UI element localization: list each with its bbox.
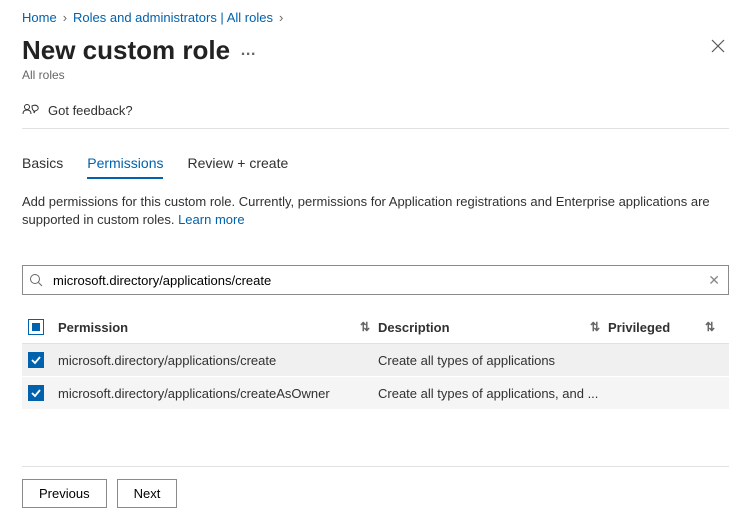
search-icon bbox=[29, 273, 43, 287]
column-description-label: Description bbox=[378, 320, 450, 335]
chevron-right-icon: › bbox=[63, 10, 67, 25]
column-privileged-label: Privileged bbox=[608, 320, 670, 335]
feedback-icon bbox=[22, 102, 40, 118]
column-privileged[interactable]: Privileged ⇅ bbox=[608, 320, 723, 335]
breadcrumb: Home › Roles and administrators | All ro… bbox=[22, 10, 729, 25]
clear-search-button[interactable]: ✕ bbox=[708, 272, 720, 289]
tabs: Basics Permissions Review + create bbox=[22, 155, 729, 179]
description-text: Add permissions for this custom role. Cu… bbox=[22, 194, 710, 227]
cell-description: Create all types of applications, and ..… bbox=[378, 386, 608, 401]
close-button[interactable] bbox=[707, 35, 729, 62]
tab-review[interactable]: Review + create bbox=[187, 155, 288, 179]
page-subtitle: All roles bbox=[22, 68, 729, 82]
previous-button[interactable]: Previous bbox=[22, 479, 107, 508]
breadcrumb-roles[interactable]: Roles and administrators | All roles bbox=[73, 10, 273, 25]
tab-basics[interactable]: Basics bbox=[22, 155, 63, 179]
check-icon bbox=[30, 387, 42, 399]
feedback-label: Got feedback? bbox=[48, 103, 133, 118]
sort-icon: ⇅ bbox=[705, 320, 723, 334]
column-permission[interactable]: Permission ⇅ bbox=[58, 320, 378, 335]
column-permission-label: Permission bbox=[58, 320, 128, 335]
cell-permission: microsoft.directory/applications/create bbox=[58, 353, 378, 368]
table-row[interactable]: microsoft.directory/applications/createA… bbox=[22, 377, 729, 410]
chevron-right-icon: › bbox=[279, 10, 283, 25]
sort-icon: ⇅ bbox=[590, 320, 608, 334]
feedback-link[interactable]: Got feedback? bbox=[22, 102, 729, 129]
table-row[interactable]: microsoft.directory/applications/create … bbox=[22, 344, 729, 377]
more-icon[interactable]: … bbox=[240, 42, 257, 60]
next-button[interactable]: Next bbox=[117, 479, 178, 508]
close-icon bbox=[711, 39, 725, 53]
permissions-description: Add permissions for this custom role. Cu… bbox=[22, 193, 729, 229]
breadcrumb-home[interactable]: Home bbox=[22, 10, 57, 25]
check-icon bbox=[30, 354, 42, 366]
search-box[interactable]: ✕ bbox=[22, 265, 729, 295]
column-description[interactable]: Description ⇅ bbox=[378, 320, 608, 335]
page-title: New custom role … bbox=[22, 35, 257, 66]
page-title-text: New custom role bbox=[22, 35, 230, 66]
table-header: Permission ⇅ Description ⇅ Privileged ⇅ bbox=[22, 311, 729, 344]
sort-icon: ⇅ bbox=[360, 320, 378, 334]
search-input[interactable] bbox=[51, 272, 700, 289]
permissions-table: Permission ⇅ Description ⇅ Privileged ⇅ … bbox=[22, 311, 729, 410]
cell-description: Create all types of applications bbox=[378, 353, 608, 368]
tab-permissions[interactable]: Permissions bbox=[87, 155, 163, 179]
row-checkbox[interactable] bbox=[28, 352, 44, 368]
cell-permission: microsoft.directory/applications/createA… bbox=[58, 386, 378, 401]
learn-more-link[interactable]: Learn more bbox=[178, 212, 244, 227]
footer-buttons: Previous Next bbox=[22, 466, 729, 508]
select-all-checkbox[interactable] bbox=[28, 319, 44, 335]
row-checkbox[interactable] bbox=[28, 385, 44, 401]
